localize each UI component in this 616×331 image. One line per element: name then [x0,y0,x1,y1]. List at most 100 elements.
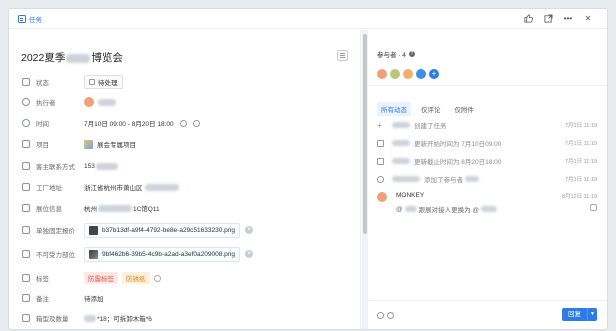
box-icon [22,314,30,322]
box-value[interactable]: *18；可拆卸木箱*6 [84,313,152,323]
add-participant-button[interactable]: + [429,69,439,79]
status-dropdown[interactable]: 待处理 [84,75,123,89]
note-placeholder[interactable]: 待添加 [84,293,104,303]
close-icon[interactable]: ✕ [583,13,593,23]
address-value[interactable]: 浙江省杭州市萧山区 [84,182,179,192]
avatar[interactable] [390,69,400,79]
redacted-text [465,176,479,182]
field-assignee: 执行者 [22,96,357,108]
address-text: 浙江省杭州市萧山区 [84,185,143,192]
avatar[interactable] [403,69,413,79]
comment-body: 跟展对接人更换为 @ [418,207,480,214]
activity-time: 7月1日 11:19 [564,141,597,147]
task-main-panel: 2022夏季 博览会 状态 待处理 执行者 时间 7月10日 09:00 - 8月… [9,30,361,329]
reply-button-group: 回复 ▼ [562,308,597,321]
field-box: 箱型及数量 *18；可拆卸木箱*6 [22,312,357,324]
field-no-force-part: 不可受力部位 9bf462b6-39b5-4c9b-a2ad-a3ef0a209… [22,246,357,262]
tag-chip[interactable]: 防震标签 [84,272,118,284]
attachment-name: 9bf462b6-39b5-4c9b-a2ad-a3ef0a209008.png [102,250,236,258]
activity-text: 添加了参与者 [424,177,463,184]
scrollbar[interactable] [362,30,368,329]
mention-icon[interactable] [377,312,384,319]
tag-icon [22,274,30,282]
tab-attachments-only[interactable]: 仅附件 [451,102,479,116]
time-value[interactable]: 7月10日 09:00 - 8月20日 18:00 [84,118,200,128]
project-name: 展会专属项目 [97,142,136,149]
project-value[interactable]: 展会专属项目 [84,139,136,149]
project-thumbnail [84,139,93,149]
comment-input-tools [377,312,394,319]
box-text: *18；可拆卸木箱*6 [97,316,152,323]
field-label: 标签 [36,276,49,283]
field-label: 箱型及数量 [36,316,69,323]
emoji-icon[interactable] [387,312,394,319]
page-title[interactable]: 2022夏季 博览会 [21,50,123,65]
booth-icon [22,204,30,212]
file-icon [22,226,30,234]
field-note: 备注 待添加 [22,292,357,304]
tab-comments-only[interactable]: 仅评论 [417,102,445,116]
avatar[interactable] [416,69,426,79]
note-icon [22,294,30,302]
activity-item: 更新截止时间为 8月20日18:00 7月1日 11:19 [377,155,597,167]
redacted-text [404,206,417,212]
reply-icon[interactable] [590,204,597,211]
image-thumbnail [89,225,98,235]
activity-panel: 参与者 · 4? + 所有动态 仅评论 仅附件 + 创建了任务 7月1日 11:… [369,30,607,329]
remove-icon[interactable]: × [245,226,254,234]
task-icon [18,15,26,23]
clock-icon [22,119,30,127]
participants-label: 参与者 · 4? [377,49,415,59]
divider [369,85,607,86]
contact-value[interactable]: 153 [84,162,118,170]
time-range: 7月10日 09:00 - 8月20日 18:00 [84,121,174,128]
assignee-value[interactable] [84,97,116,107]
chevron-down-icon[interactable]: ▼ [587,308,597,321]
share-icon[interactable] [543,13,553,23]
user-icon [377,175,384,183]
activity-item: 更新开始时间为 7月10日09:00 7月1日 11:19 [377,137,597,149]
comment-time: 8月12日 11:19 [561,194,597,200]
field-label: 时间 [36,121,49,128]
field-label: 单独固定报价 [36,228,75,235]
file-icon [22,250,30,258]
remove-icon[interactable]: × [245,250,254,258]
activity-tabs: 所有动态 仅评论 仅附件 [377,102,478,116]
attachment-name: b37b13df-a9f4-4792-be8e-a29c51633230.png [102,226,236,234]
document-icon[interactable] [337,50,348,61]
redacted-text [392,122,410,128]
redacted-text [98,204,132,212]
redacted-text [98,98,116,106]
more-icon[interactable]: ••• [563,13,573,23]
field-label: 备注 [36,296,49,303]
activity-text: 创建了任务 [414,123,447,130]
reminder-icon[interactable] [192,119,200,127]
repeat-icon[interactable] [179,119,187,127]
field-label: 状态 [36,80,49,87]
redacted-text [392,158,410,164]
redacted-text [66,53,91,63]
thumb-up-icon[interactable] [523,13,533,23]
tag-chip[interactable]: 防锈纸 [122,272,150,284]
avatar[interactable] [377,69,387,79]
attachment-chip[interactable]: 9bf462b6-39b5-4c9b-a2ad-a3ef0a209008.png [84,246,241,262]
scrollbar-thumb[interactable] [363,34,367,234]
booth-value[interactable]: 杭州 1C馆Q11 [84,203,160,213]
attachment-chip[interactable]: b37b13df-a9f4-4792-be8e-a29c51633230.png [84,222,241,238]
help-icon[interactable]: ? [408,51,415,57]
task-tab[interactable]: 任务 [18,14,42,24]
add-tag-icon[interactable] [153,274,161,282]
reply-button[interactable]: 回复 [562,308,587,321]
activity-time: 7月1日 11:19 [564,177,597,183]
avatar [84,97,94,107]
activity-time: 7月1日 11:19 [564,123,597,129]
activity-item: + 创建了任务 7月1日 11:19 [377,119,597,131]
calendar-icon [377,157,384,165]
tab-all-activity[interactable]: 所有动态 [377,102,411,116]
participants-count: 参与者 · 4 [377,52,406,59]
plus-icon: + [377,120,382,130]
activity-time: 7月1日 11:19 [564,159,597,165]
project-icon [22,140,30,148]
top-bar: 任务 ••• ✕ [9,9,607,29]
activity-text: 更新开始时间为 7月10日09:00 [414,141,502,148]
